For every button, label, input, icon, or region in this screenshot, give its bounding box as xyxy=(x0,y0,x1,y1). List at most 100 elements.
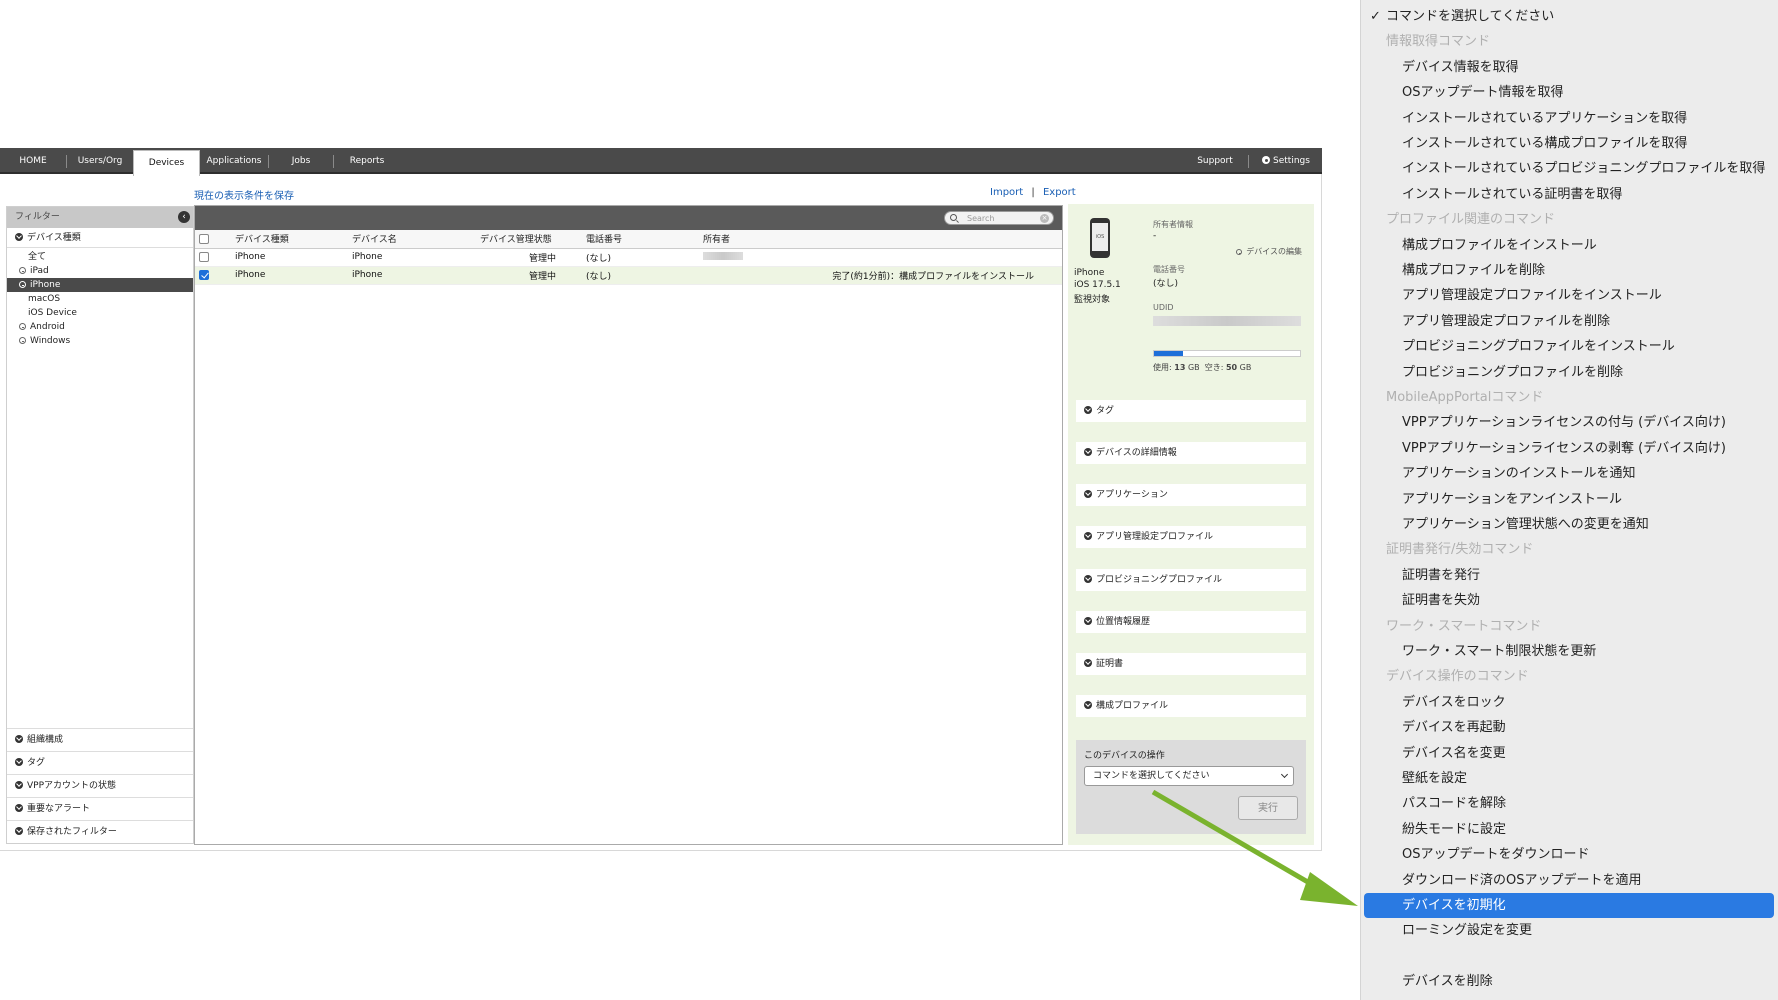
chevron-down-icon xyxy=(15,758,23,766)
menu-item-label: コマンドを選択してください xyxy=(1386,9,1555,24)
row-checkbox[interactable] xyxy=(199,251,209,262)
filter-section-device-type[interactable]: デバイス種類 xyxy=(7,228,193,248)
section-device-details[interactable]: デバイスの詳細情報 xyxy=(1076,442,1306,464)
menu-item[interactable]: ローミング設定を変更 xyxy=(1361,918,1778,943)
save-view-link[interactable]: 現在の表示条件を保存 xyxy=(194,187,294,202)
section-certificates[interactable]: 証明書 xyxy=(1076,653,1306,675)
menu-item[interactable]: 証明書を失効 xyxy=(1361,588,1778,613)
support-link[interactable]: Support xyxy=(1190,148,1240,174)
tab-reports[interactable]: Reports xyxy=(334,148,400,174)
import-link[interactable]: Import xyxy=(990,187,1023,198)
chevron-down-icon xyxy=(1084,575,1092,583)
menu-item[interactable]: 壁紙を設定 xyxy=(1361,766,1778,791)
supervised-label: 監視対象 xyxy=(1074,295,1111,305)
tab-users-org[interactable]: Users/Org xyxy=(67,148,133,174)
menu-item-label: インストールされているプロビジョニングプロファイルを取得 xyxy=(1402,161,1766,177)
menu-item[interactable]: デバイスをロック xyxy=(1361,690,1778,715)
menu-item[interactable]: アプリ管理設定プロファイルを削除 xyxy=(1361,309,1778,334)
chevron-down-icon xyxy=(1084,490,1092,498)
menu-item[interactable]: デバイス情報を取得 xyxy=(1361,55,1778,80)
filter-section-tag[interactable]: タグ xyxy=(7,751,193,774)
menu-item[interactable]: 構成プロファイルをインストール xyxy=(1361,233,1778,258)
select-all-checkbox[interactable] xyxy=(199,233,209,244)
command-select[interactable]: コマンドを選択してください xyxy=(1084,766,1294,786)
filter-item-ios-device[interactable]: iOS Device xyxy=(7,306,193,320)
menu-item[interactable]: パスコードを解除 xyxy=(1361,791,1778,816)
menu-item[interactable]: ダウンロード済のOSアップデートを適用 xyxy=(1361,868,1778,893)
chevron-down-icon xyxy=(1084,532,1092,540)
section-label: VPPアカウントの状態 xyxy=(27,781,117,791)
section-tag[interactable]: タグ xyxy=(1076,400,1306,422)
tab-jobs[interactable]: Jobs xyxy=(269,148,333,174)
section-applications[interactable]: アプリケーション xyxy=(1076,484,1306,506)
tab-devices[interactable]: Devices xyxy=(133,150,200,176)
column-header[interactable]: 電話番号 xyxy=(586,230,703,249)
storage-free-value: 50 xyxy=(1225,363,1238,372)
settings-link[interactable]: Settings xyxy=(1256,148,1316,174)
tab-applications[interactable]: Applications xyxy=(200,148,268,174)
menu-group-header: デバイス操作のコマンド xyxy=(1361,664,1778,689)
filter-section-org[interactable]: 組織構成 xyxy=(7,728,193,751)
menu-item[interactable]: アプリケーション管理状態への変更を通知 xyxy=(1361,512,1778,537)
section-location-history[interactable]: 位置情報履歴 xyxy=(1076,611,1306,633)
command-dropdown-menu: ✓ コマンドを選択してください 情報取得コマンド デバイス情報を取得 OSアップデート情… xyxy=(1360,0,1778,1000)
section-label: アプリ管理設定プロファイル xyxy=(1096,532,1214,542)
search-input[interactable]: Search × xyxy=(944,211,1054,225)
clear-search-icon[interactable]: × xyxy=(1040,214,1049,223)
settings-label: Settings xyxy=(1273,156,1310,166)
menu-item[interactable]: 紛失モードに設定 xyxy=(1361,817,1778,842)
menu-item[interactable]: 証明書を発行 xyxy=(1361,563,1778,588)
filter-item-android[interactable]: Android xyxy=(7,320,193,334)
section-config-profiles[interactable]: 構成プロファイル xyxy=(1076,695,1306,717)
menu-item[interactable]: VPPアプリケーションライセンスの剥奪 (デバイス向け) xyxy=(1361,436,1778,461)
filter-item-all[interactable]: 全て xyxy=(7,250,193,264)
menu-item[interactable]: プロビジョニングプロファイルをインストール xyxy=(1361,334,1778,359)
menu-item[interactable]: 構成プロファイルを削除 xyxy=(1361,258,1778,283)
chevron-down-icon xyxy=(15,735,23,743)
menu-item[interactable]: インストールされている構成プロファイルを取得 xyxy=(1361,131,1778,156)
table-row[interactable]: iPhone iPhone 管理中 (なし) xyxy=(195,248,1062,267)
menu-item[interactable]: プロビジョニングプロファイルを削除 xyxy=(1361,360,1778,385)
expand-icon xyxy=(19,323,26,330)
row-checkbox[interactable] xyxy=(199,269,209,280)
menu-item-highlighted[interactable]: デバイスを初期化 xyxy=(1364,893,1774,918)
export-link[interactable]: Export xyxy=(1043,187,1076,198)
menu-item[interactable]: OSアップデート情報を取得 xyxy=(1361,80,1778,105)
column-header[interactable]: 所有者 xyxy=(703,230,1062,249)
menu-item[interactable]: ワーク・スマート制限状態を更新 xyxy=(1361,639,1778,664)
menu-item[interactable]: アプリ管理設定プロファイルをインストール xyxy=(1361,283,1778,308)
table-row[interactable]: iPhone iPhone 管理中 (なし) 完了(約1分前)：構成プロファイル… xyxy=(195,266,1062,285)
filter-item-windows[interactable]: Windows xyxy=(7,334,193,348)
column-header[interactable]: デバイス種類 xyxy=(235,230,352,249)
filter-item-iphone[interactable]: iPhone xyxy=(7,278,193,292)
filter-section-vpp[interactable]: VPPアカウントの状態 xyxy=(7,774,193,797)
menu-item[interactable]: デバイスを再起動 xyxy=(1361,715,1778,740)
column-header[interactable]: デバイス名 xyxy=(352,230,480,249)
filter-item-ipad[interactable]: iPad xyxy=(7,264,193,278)
menu-item-label: インストールされているアプリケーションを取得 xyxy=(1402,110,1688,126)
filter-section-alerts[interactable]: 重要なアラート xyxy=(7,797,193,820)
section-provisioning-profiles[interactable]: プロビジョニングプロファイル xyxy=(1076,569,1306,591)
tab-home[interactable]: HOME xyxy=(0,148,66,174)
collapse-sidebar-icon[interactable]: ‹ xyxy=(178,211,190,223)
cell-device-type: iPhone xyxy=(235,266,352,285)
menu-item[interactable]: デバイス名を変更 xyxy=(1361,741,1778,766)
menu-item[interactable]: インストールされているプロビジョニングプロファイルを取得 xyxy=(1361,156,1778,181)
checkmark-icon: ✓ xyxy=(1370,9,1381,24)
menu-item[interactable]: デバイスを削除 xyxy=(1361,969,1778,994)
filter-item-macos[interactable]: macOS xyxy=(7,292,193,306)
chevron-down-icon xyxy=(15,827,23,835)
filter-section-saved[interactable]: 保存されたフィルター xyxy=(7,820,193,843)
section-app-config-profiles[interactable]: アプリ管理設定プロファイル xyxy=(1076,526,1306,548)
column-header[interactable]: デバイス管理状態 xyxy=(480,230,586,249)
menu-item[interactable]: ✓ コマンドを選択してください xyxy=(1361,4,1778,29)
run-button[interactable]: 実行 xyxy=(1238,796,1298,820)
menu-item[interactable]: OSアップデートをダウンロード xyxy=(1361,842,1778,867)
menu-item[interactable]: インストールされている証明書を取得 xyxy=(1361,182,1778,207)
menu-item[interactable]: VPPアプリケーションライセンスの付与 (デバイス向け) xyxy=(1361,410,1778,435)
edit-device-link[interactable]: デバイスの編集 xyxy=(1236,246,1302,257)
menu-item[interactable]: アプリケーションをアンインストール xyxy=(1361,487,1778,512)
menu-item[interactable]: インストールされているアプリケーションを取得 xyxy=(1361,106,1778,131)
menu-item[interactable]: アプリケーションのインストールを通知 xyxy=(1361,461,1778,486)
section-label: タグ xyxy=(1096,406,1115,416)
